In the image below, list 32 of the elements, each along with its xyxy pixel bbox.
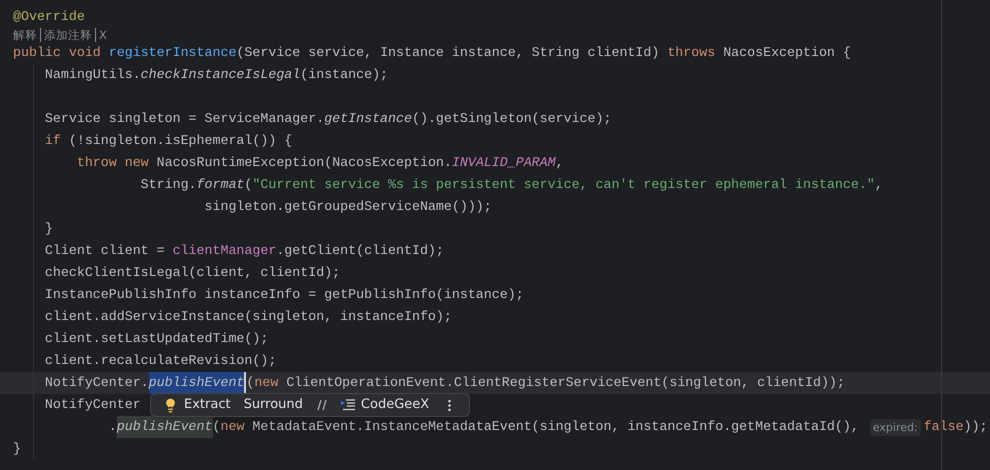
code-text: NamingUtils.checkInstanceIsLegal(instance); (44, 66, 388, 84)
code-text: Service singleton = ServiceManager.getInstance().getSingleton(service); (44, 110, 612, 128)
code-text: NotifyCenter. (44, 374, 149, 392)
code-text: (new MetadataEvent.InstanceMetadataEvent(singleton, instanceInfo.getMetadataId(), (212, 418, 860, 436)
surround-action[interactable]: Surround (244, 395, 303, 415)
code-text: singleton.getGroupedServiceName())); (204, 198, 492, 216)
code-text: } (44, 220, 53, 238)
code-text: NotifyCenter (44, 396, 141, 414)
code-text: checkClientIsLegal(client, clientId); (44, 264, 340, 282)
code-text: false)); (924, 418, 988, 436)
selected-text: publishEvent (148, 372, 246, 394)
inlay-hint: expired: (870, 418, 921, 436)
lightbulb-icon (163, 398, 178, 412)
highlighted-usage: publishEvent (116, 416, 212, 438)
code-text: InstancePublishInfo instanceInfo = getPublishInfo(instance); (44, 286, 524, 304)
code-text: client.addServiceInstance(singleton, instanceInfo); (44, 308, 452, 326)
code-text: } (13, 440, 21, 458)
code-text: client.setLastUpdatedTime(); (44, 330, 268, 348)
code-text: public void registerInstance(Service service, Instance instance, String clientId) throws NacosException { (13, 44, 851, 62)
codegeex-action[interactable]: CodeGeeX (360, 395, 430, 415)
code-text: String.format("Current service %s is persistent service, can't register ephemeral instance.", (140, 176, 883, 194)
codelens-link[interactable]: 解释 (13, 28, 40, 42)
extract-action[interactable]: Extract (184, 395, 231, 415)
list-icon (340, 399, 355, 411)
code-text: throw new NacosRuntimeException(NacosException.INVALID_PARAM, (76, 154, 564, 172)
code-text: (new ClientOperationEvent.ClientRegisterServiceEvent(singleton, clientId)); (246, 374, 845, 392)
code-text: if (!singleton.isEphemeral()) { (44, 132, 292, 150)
code-text: . (108, 418, 117, 436)
comment-icon[interactable] (316, 399, 328, 411)
code-text: client.recalculateRevision(); (44, 352, 276, 370)
code-text: Client client = clientManager.getClient(clientId); (44, 242, 444, 260)
code-text: @Override (13, 8, 85, 26)
